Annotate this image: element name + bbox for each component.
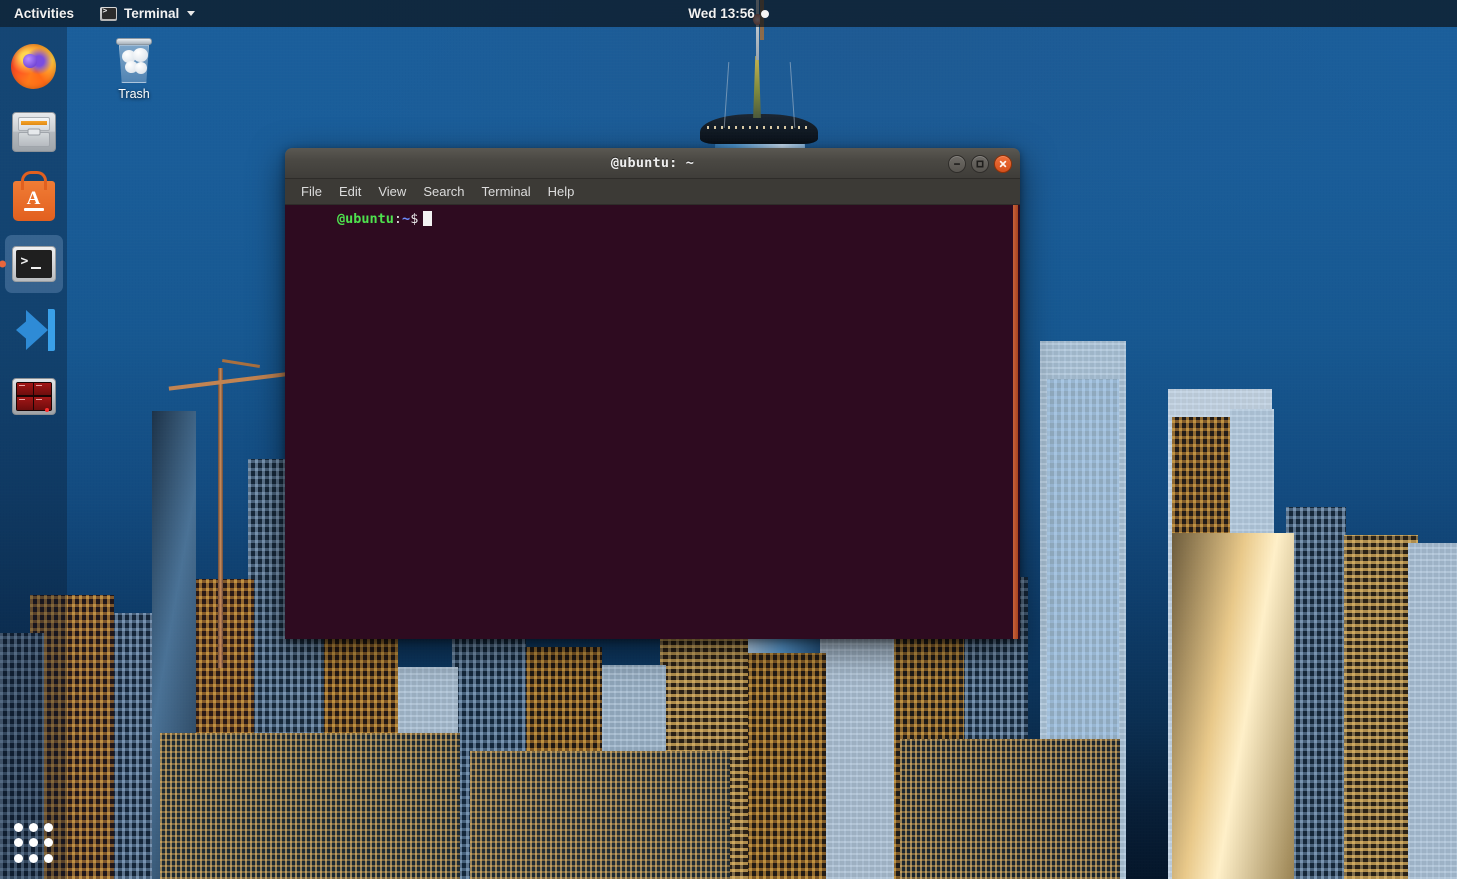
trash-lid bbox=[116, 38, 152, 45]
dock-item-vscode[interactable] bbox=[5, 301, 63, 359]
terminal-cursor bbox=[423, 211, 433, 226]
files-icon bbox=[11, 112, 56, 152]
notification-indicator-icon bbox=[760, 9, 769, 18]
terminal-output-area[interactable]: @ubuntu:~$ bbox=[285, 205, 1020, 639]
terminal-window[interactable]: @ubuntu: ~ File Edit View Search Termina… bbox=[285, 148, 1020, 639]
terminal-icon bbox=[11, 246, 56, 282]
window-controls bbox=[948, 148, 1012, 179]
clock[interactable]: Wed 13:56 bbox=[688, 6, 755, 21]
grid-dot-icon bbox=[28, 838, 38, 848]
prompt-user-host: @ubuntu bbox=[337, 211, 394, 227]
trash-icon bbox=[115, 38, 153, 84]
grid-dot-icon bbox=[13, 823, 23, 832]
vscode-icon bbox=[12, 309, 56, 351]
grid-dot-icon bbox=[13, 853, 23, 863]
grid-dot-icon bbox=[28, 823, 38, 832]
menu-item-view[interactable]: View bbox=[370, 181, 414, 202]
terminal-scrollbar[interactable] bbox=[1013, 205, 1018, 639]
grid-dot-icon bbox=[44, 838, 54, 848]
activities-button[interactable]: Activities bbox=[0, 0, 84, 27]
desktop-icon-trash[interactable]: Trash bbox=[101, 38, 167, 101]
prompt-path: ~ bbox=[402, 211, 411, 227]
trash-body bbox=[119, 45, 149, 83]
app-menu-label: Terminal bbox=[124, 6, 180, 21]
chevron-down-icon bbox=[187, 11, 196, 16]
prompt-sigil: $ bbox=[410, 211, 419, 227]
window-title: @ubuntu: ~ bbox=[610, 155, 695, 171]
close-button[interactable] bbox=[994, 154, 1012, 173]
dock-item-ubuntu-software[interactable]: A bbox=[5, 169, 63, 227]
ubuntu-software-icon: A bbox=[12, 180, 55, 221]
minimize-button[interactable] bbox=[948, 154, 966, 173]
dock-item-files[interactable] bbox=[5, 103, 63, 161]
maximize-button[interactable] bbox=[971, 154, 989, 173]
dock-item-terminator[interactable] bbox=[5, 367, 63, 425]
terminal-menu-bar: File Edit View Search Terminal Help bbox=[285, 179, 1020, 205]
top-bar: Activities Terminal Wed 13:56 bbox=[0, 0, 1457, 27]
desktop-icon-label: Trash bbox=[118, 87, 150, 101]
show-applications-button[interactable] bbox=[13, 823, 54, 863]
menu-item-search[interactable]: Search bbox=[415, 181, 472, 202]
terminal-prompt-line: @ubuntu:~$ bbox=[285, 211, 1020, 228]
prompt-separator: : bbox=[393, 211, 403, 227]
grid-dot-icon bbox=[28, 853, 38, 863]
trash-paper bbox=[133, 48, 148, 62]
app-menu-terminal[interactable]: Terminal bbox=[92, 0, 203, 27]
dock-item-firefox[interactable] bbox=[5, 37, 63, 95]
grid-dot-icon bbox=[44, 853, 54, 863]
dock: A bbox=[0, 27, 67, 879]
terminal-icon bbox=[100, 6, 118, 21]
window-title-bar[interactable]: @ubuntu: ~ bbox=[285, 148, 1020, 179]
firefox-icon bbox=[11, 43, 56, 89]
grid-dot-icon bbox=[44, 823, 54, 832]
menu-item-file[interactable]: File bbox=[293, 181, 330, 202]
grid-dot-icon bbox=[13, 838, 23, 848]
menu-item-terminal[interactable]: Terminal bbox=[474, 181, 539, 202]
running-indicator-icon bbox=[0, 260, 6, 268]
dock-item-terminal[interactable] bbox=[0, 235, 63, 293]
software-glyph: A bbox=[26, 187, 41, 209]
terminator-icon bbox=[11, 377, 56, 415]
trash-paper bbox=[135, 62, 147, 74]
menu-item-edit[interactable]: Edit bbox=[331, 181, 369, 202]
clock-area: Wed 13:56 bbox=[0, 0, 1457, 27]
menu-item-help[interactable]: Help bbox=[540, 181, 583, 202]
